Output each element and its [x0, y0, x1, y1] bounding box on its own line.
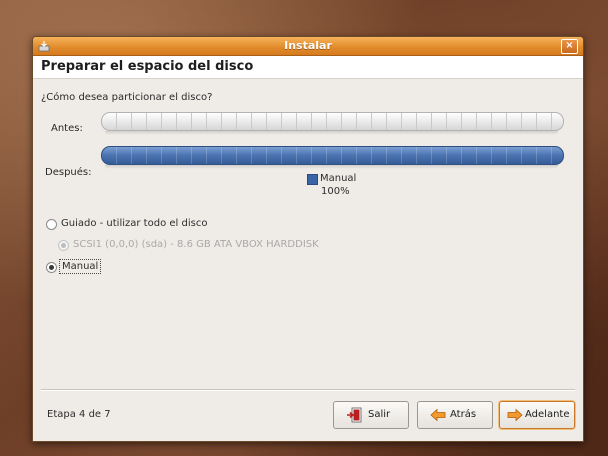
step-indicator: Etapa 4 de 7 — [47, 409, 111, 420]
window-titlebar[interactable]: Instalar × — [33, 37, 583, 56]
disk-radio — [58, 240, 69, 251]
partition-bar-after — [101, 146, 564, 165]
page-title: Preparar el espacio del disco — [41, 59, 254, 74]
legend-percent: 100% — [321, 186, 350, 197]
partition-question: ¿Cómo desea particionar el disco? — [41, 92, 213, 103]
after-label: Después: — [45, 167, 92, 178]
back-button[interactable]: Atrás — [417, 401, 493, 429]
before-label: Antes: — [51, 123, 83, 134]
footer-separator — [41, 389, 575, 391]
close-button[interactable]: × — [561, 39, 578, 54]
bar-before-shadow — [105, 131, 558, 135]
guided-option-label[interactable]: Guiado - utilizar todo el disco — [61, 218, 207, 229]
disk-option-label: SCSI1 (0,0,0) (sda) - 8.6 GB ATA VBOX HA… — [73, 239, 319, 250]
installer-window: Instalar × Preparar el espacio del disco… — [32, 36, 584, 442]
arrow-right-icon — [507, 407, 523, 423]
legend-swatch — [307, 174, 318, 185]
quit-button[interactable]: Salir — [333, 401, 409, 429]
bar-after-shadow — [105, 165, 558, 169]
arrow-left-icon — [430, 407, 446, 423]
exit-icon — [346, 407, 362, 423]
guided-radio[interactable] — [46, 219, 57, 230]
forward-button[interactable]: Adelante — [499, 401, 575, 429]
forward-button-label: Adelante — [525, 409, 570, 420]
quit-button-label: Salir — [368, 409, 391, 420]
back-button-label: Atrás — [450, 409, 477, 420]
manual-option-label[interactable]: Manual — [59, 259, 102, 274]
page-header: Preparar el espacio del disco — [33, 56, 583, 79]
partition-bar-before — [101, 112, 564, 131]
manual-radio[interactable] — [46, 262, 57, 273]
legend-name: Manual — [320, 173, 357, 184]
window-title: Instalar — [284, 39, 332, 52]
